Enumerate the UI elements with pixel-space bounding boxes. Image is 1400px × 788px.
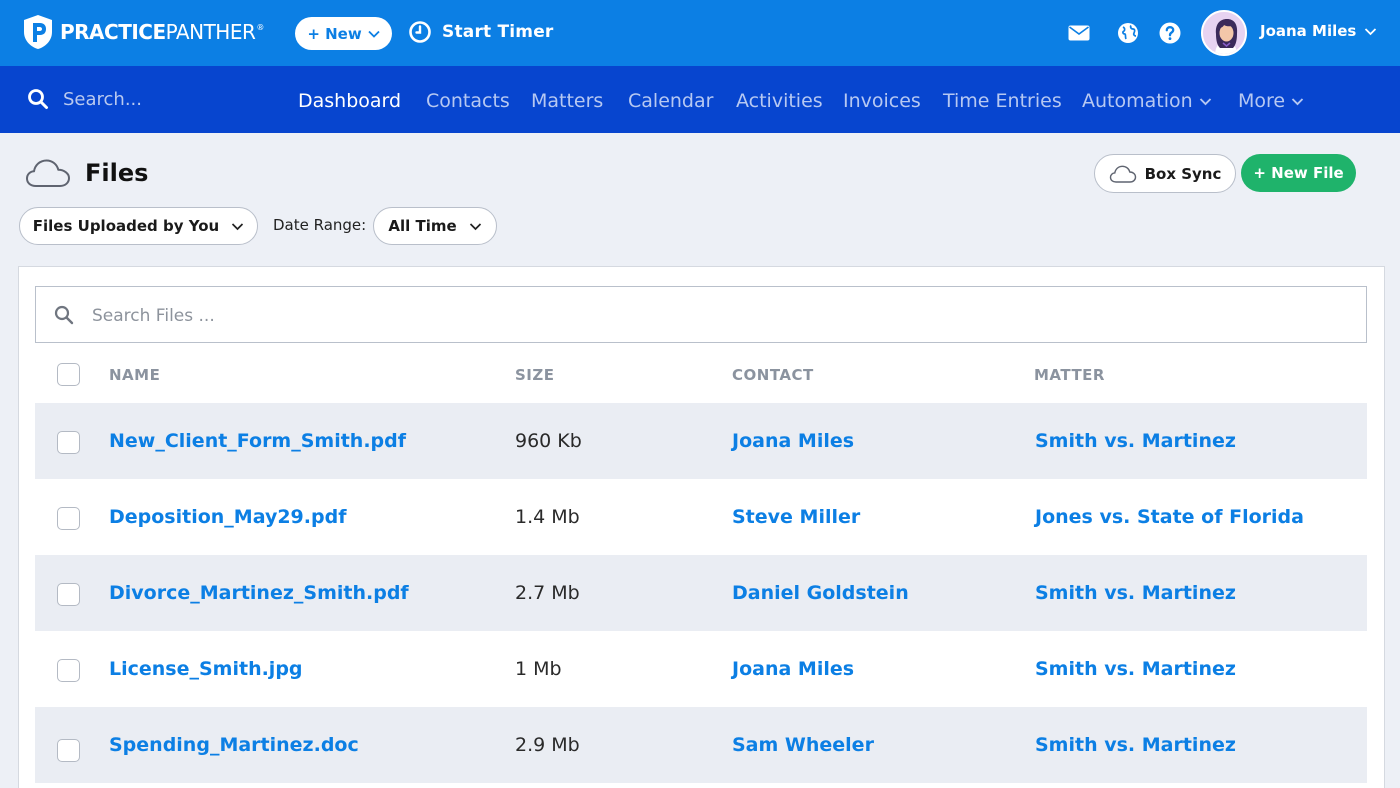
main-nav: Search... Dashboard Contacts Matters Cal… [0, 66, 1400, 133]
chevron-down-icon [1291, 97, 1304, 105]
global-search-input[interactable]: Search... [63, 89, 142, 110]
file-search-input[interactable]: Search Files ... [92, 306, 215, 326]
matter-link[interactable]: Smith vs. Martinez [1035, 658, 1236, 680]
nav-matters-label: Matters [531, 90, 604, 112]
new-file-button[interactable]: + New File [1241, 154, 1356, 192]
file-name-link[interactable]: Deposition_May29.pdf [109, 506, 346, 528]
new-button[interactable]: + New [295, 17, 392, 50]
row-checkbox[interactable] [57, 431, 80, 454]
nav-more[interactable]: More [1238, 90, 1304, 112]
chevron-down-icon [1199, 97, 1211, 105]
cloud-icon [1109, 165, 1136, 183]
nav-invoices-label: Invoices [843, 90, 921, 112]
help-icon[interactable] [1158, 21, 1182, 45]
file-name-link[interactable]: License_Smith.jpg [109, 658, 303, 680]
row-checkbox[interactable] [57, 659, 80, 682]
new-file-label: + New File [1253, 164, 1344, 182]
new-button-label: + New [307, 24, 362, 43]
row-checkbox[interactable] [57, 507, 80, 530]
column-header-size[interactable]: SIZE [515, 366, 555, 384]
table-row: Deposition_May29.pdf 1.4 Mb Steve Miller… [35, 479, 1367, 555]
date-range-dropdown[interactable]: All Time [373, 207, 497, 245]
matter-link[interactable]: Smith vs. Martinez [1035, 734, 1236, 756]
row-checkbox[interactable] [57, 583, 80, 606]
nav-matters[interactable]: Matters [531, 90, 603, 112]
box-sync-button[interactable]: Box Sync [1094, 154, 1236, 193]
cloud-icon [26, 159, 70, 187]
global-search[interactable]: Search... [27, 88, 142, 110]
select-all-checkbox[interactable] [57, 363, 80, 386]
table-row: License_Smith.jpg 1 Mb Joana Miles Smith… [35, 631, 1367, 707]
date-range-label: Date Range: [273, 216, 367, 234]
page-title: Files [85, 159, 149, 187]
files-panel: Search Files ... NAME SIZE CONTACT MATTE… [18, 266, 1385, 788]
search-icon [28, 89, 48, 109]
mail-icon[interactable] [1067, 21, 1091, 45]
nav-activities-label: Activities [736, 90, 823, 112]
row-checkbox[interactable] [57, 739, 80, 762]
table-row: Divorce_Martinez_Smith.pdf 2.7 Mb Daniel… [35, 555, 1367, 631]
user-menu[interactable]: Joana Miles [1260, 22, 1377, 40]
contact-link[interactable]: Steve Miller [732, 506, 860, 528]
chevron-down-icon [1365, 27, 1377, 35]
matter-link[interactable]: Jones vs. State of Florida [1035, 506, 1304, 528]
chevron-down-icon [232, 222, 244, 230]
search-icon [54, 305, 74, 325]
brand-logo[interactable]: PRACTICEPANTHER® [22, 14, 264, 50]
file-size: 2.9 Mb [515, 734, 580, 756]
top-bar: PRACTICEPANTHER® + New Start Timer Joana… [0, 0, 1400, 66]
table-row: Spending_Martinez.doc 2.9 Mb Sam Wheeler… [35, 707, 1367, 783]
table-row: New_Client_Form_Smith.pdf 960 Kb Joana M… [35, 403, 1367, 479]
nav-dashboard[interactable]: Dashboard [298, 90, 401, 112]
nav-invoices[interactable]: Invoices [843, 90, 921, 112]
nav-contacts-label: Contacts [426, 90, 510, 112]
nav-dashboard-label: Dashboard [298, 90, 402, 112]
globe-icon[interactable] [1116, 21, 1140, 45]
table-header: NAME SIZE CONTACT MATTER [35, 345, 1367, 403]
file-size: 2.7 Mb [515, 582, 580, 604]
contact-link[interactable]: Joana Miles [732, 430, 854, 452]
chevron-down-icon [469, 222, 481, 230]
user-portrait-icon [1203, 12, 1245, 54]
column-header-contact[interactable]: CONTACT [732, 366, 814, 384]
nav-calendar[interactable]: Calendar [628, 90, 713, 112]
file-name-link[interactable]: Spending_Martinez.doc [109, 734, 359, 756]
nav-automation[interactable]: Automation [1082, 90, 1212, 112]
file-name-link[interactable]: Divorce_Martinez_Smith.pdf [109, 582, 409, 604]
matter-link[interactable]: Smith vs. Martinez [1035, 582, 1236, 604]
contact-link[interactable]: Sam Wheeler [732, 734, 874, 756]
files-filter-label: Files Uploaded by You [32, 217, 220, 235]
file-search-box[interactable]: Search Files ... [35, 286, 1367, 343]
column-header-matter[interactable]: MATTER [1034, 366, 1105, 384]
start-timer-label: Start Timer [442, 22, 554, 42]
avatar[interactable] [1201, 10, 1247, 56]
column-header-name[interactable]: NAME [109, 366, 160, 384]
user-name: Joana Miles [1260, 22, 1357, 40]
clock-icon [409, 21, 431, 43]
nav-time-entries[interactable]: Time Entries [943, 90, 1062, 112]
file-name-link[interactable]: New_Client_Form_Smith.pdf [109, 430, 406, 452]
nav-calendar-label: Calendar [628, 90, 714, 112]
start-timer-button[interactable]: Start Timer [408, 20, 554, 44]
date-range-value: All Time [388, 217, 457, 235]
panther-logo-icon [24, 15, 52, 49]
contact-link[interactable]: Joana Miles [732, 658, 854, 680]
matter-link[interactable]: Smith vs. Martinez [1035, 430, 1236, 452]
contact-link[interactable]: Daniel Goldstein [732, 582, 909, 604]
files-filter-dropdown[interactable]: Files Uploaded by You [19, 207, 258, 245]
file-size: 960 Kb [515, 430, 582, 452]
nav-automation-label: Automation [1082, 90, 1193, 112]
nav-time-entries-label: Time Entries [943, 90, 1062, 112]
nav-contacts[interactable]: Contacts [426, 90, 510, 112]
nav-activities[interactable]: Activities [736, 90, 823, 112]
nav-more-label: More [1238, 90, 1286, 112]
file-size: 1 Mb [515, 658, 562, 680]
file-size: 1.4 Mb [515, 506, 580, 528]
brand-name: PRACTICEPANTHER® [60, 20, 264, 44]
chevron-down-icon [368, 30, 380, 38]
box-sync-label: Box Sync [1144, 164, 1222, 183]
